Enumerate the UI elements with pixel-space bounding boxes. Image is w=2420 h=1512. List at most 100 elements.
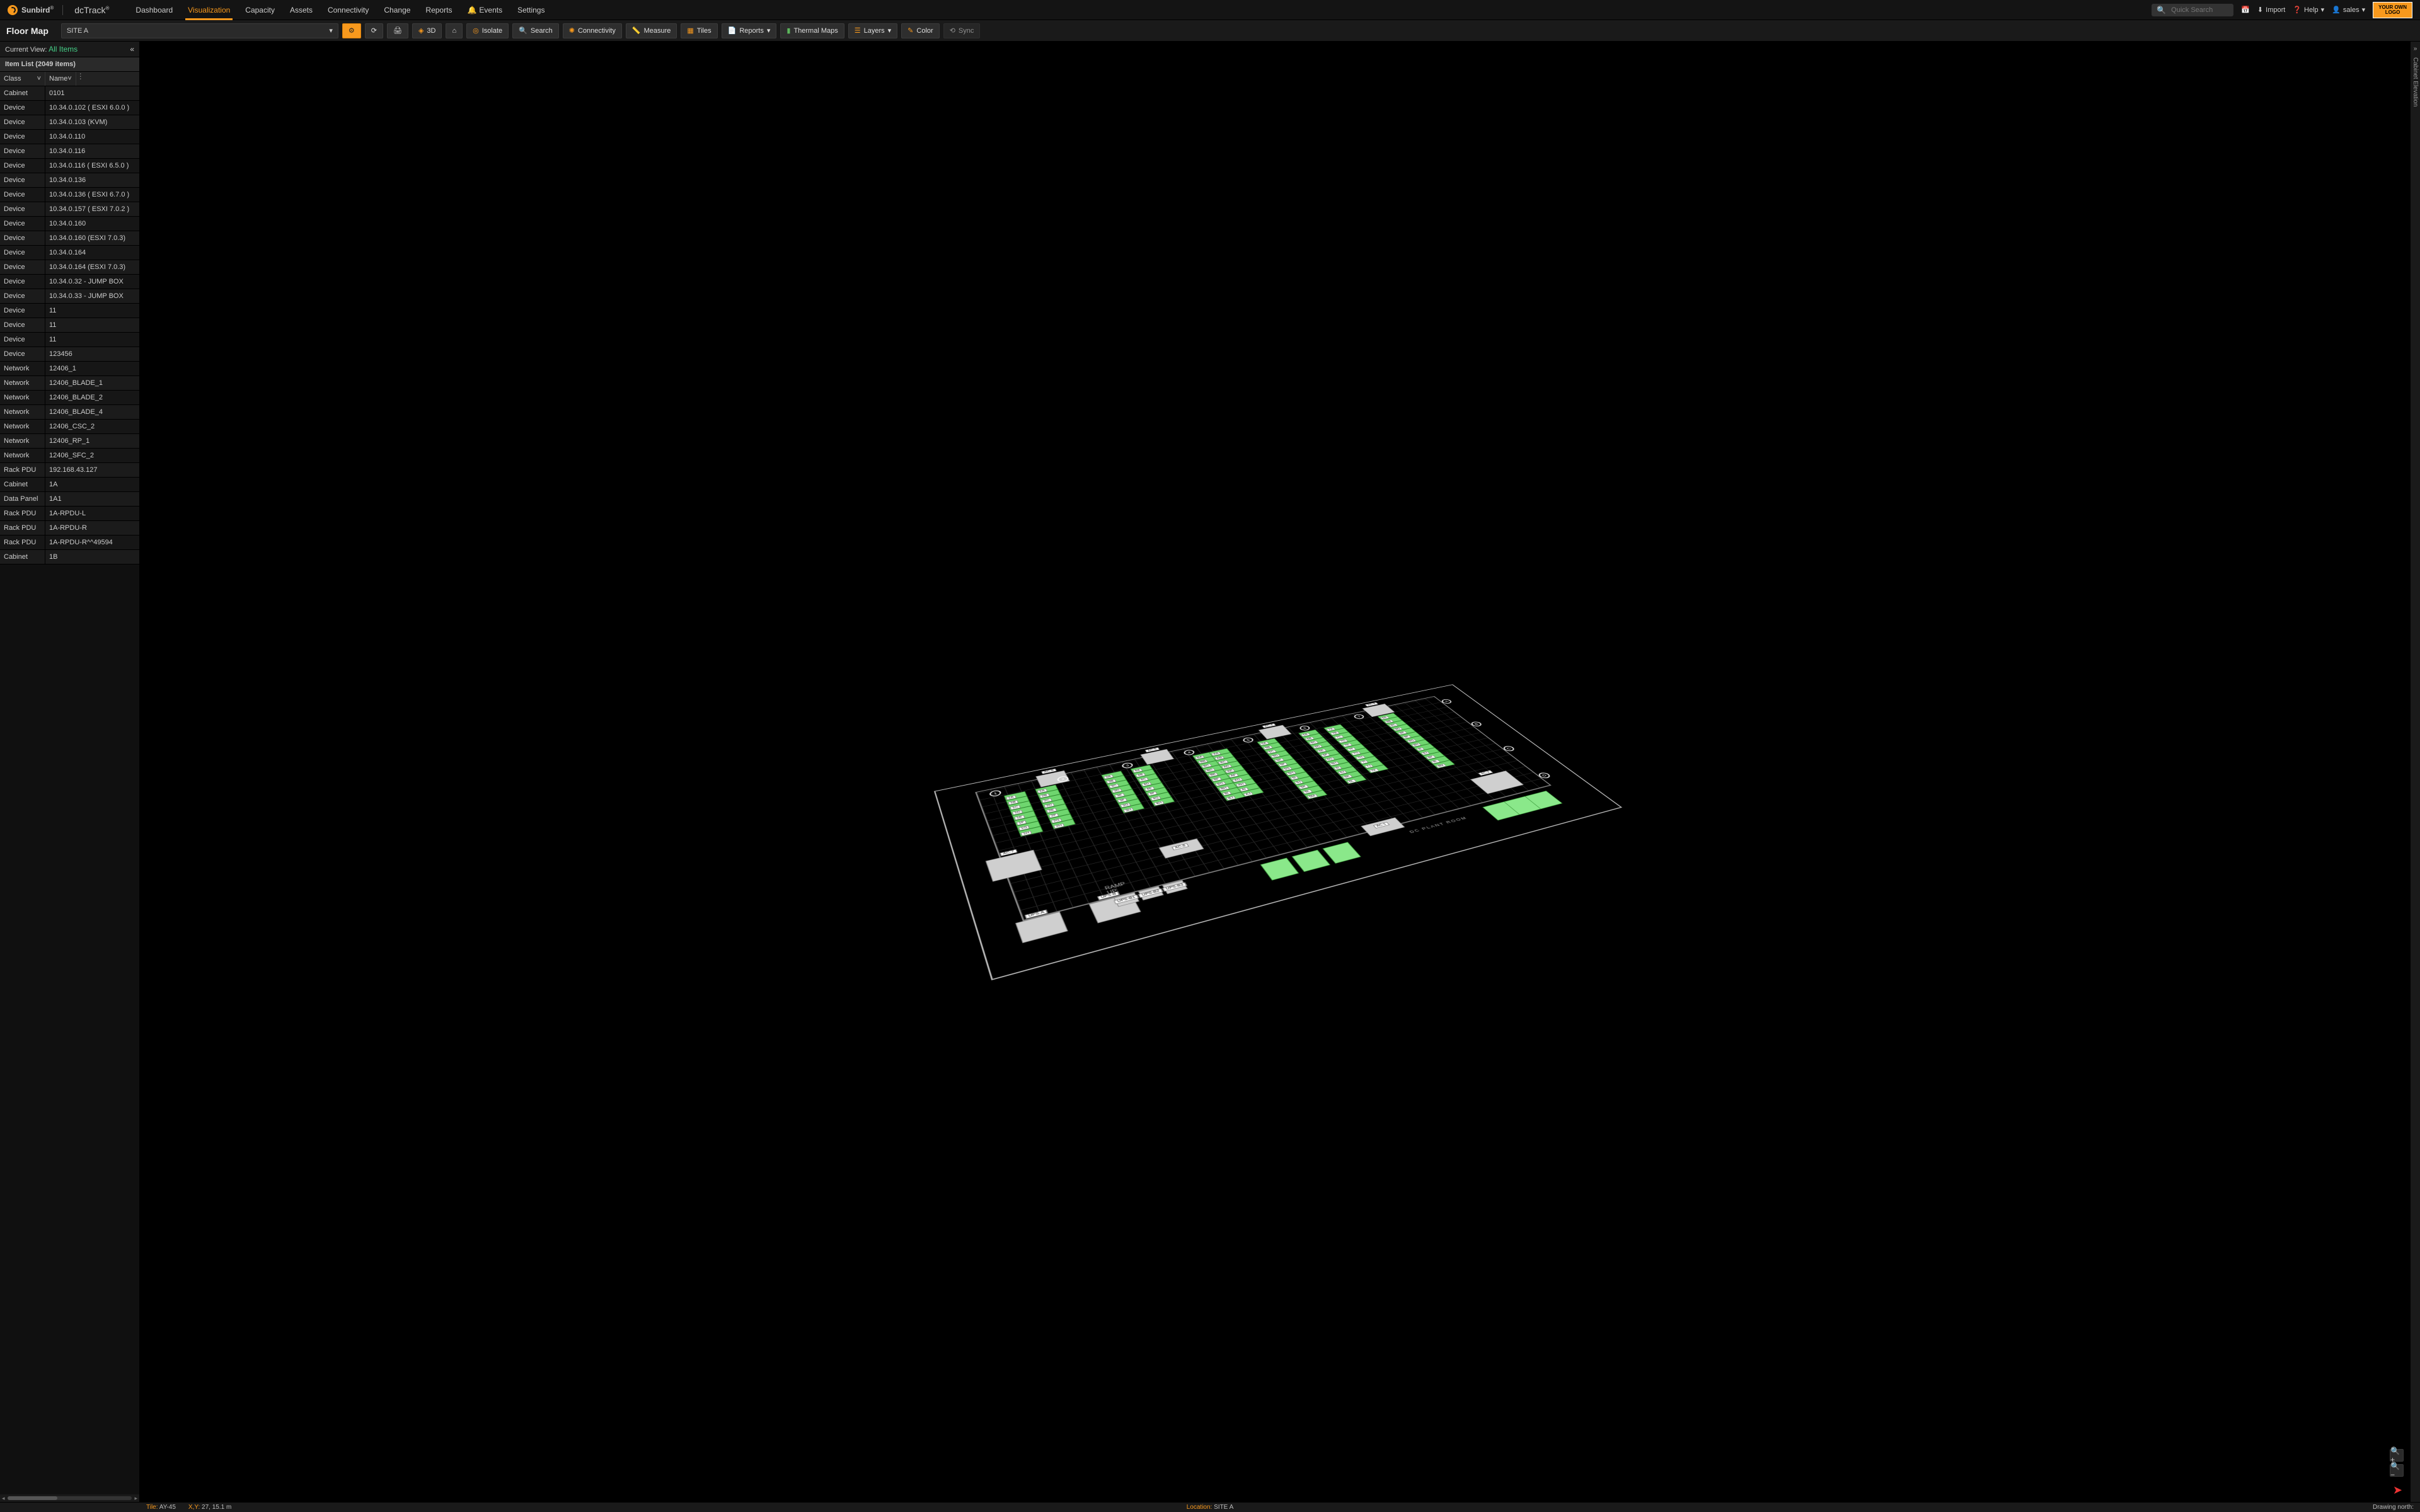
- table-row[interactable]: Device11: [0, 304, 139, 318]
- table-row[interactable]: Device10.34.0.102 ( ESXI 6.0.0 ): [0, 101, 139, 115]
- nav-connectivity[interactable]: Connectivity: [320, 1, 376, 20]
- isolate-button[interactable]: ◎Isolate: [466, 23, 509, 38]
- chevron-down-icon: ▾: [767, 26, 771, 35]
- table-row[interactable]: Device10.34.0.33 - JUMP BOX: [0, 289, 139, 304]
- import-button[interactable]: ⬇Import: [2257, 6, 2285, 14]
- table-row[interactable]: Device10.34.0.164 (ESXI 7.0.3): [0, 260, 139, 275]
- measure-button[interactable]: 📏Measure: [626, 23, 677, 38]
- table-row[interactable]: Cabinet0101: [0, 86, 139, 101]
- nav-change[interactable]: Change: [376, 1, 418, 20]
- cell-class: Device: [0, 231, 45, 245]
- item-rows[interactable]: Cabinet0101Device10.34.0.102 ( ESXI 6.0.…: [0, 86, 139, 1494]
- table-row[interactable]: Cabinet1A: [0, 478, 139, 492]
- table-row[interactable]: Rack PDU1A-RPDU-R: [0, 521, 139, 536]
- nav-dashboard[interactable]: Dashboard: [128, 1, 180, 20]
- cell-name: 1A-RPDU-R^^49594: [45, 536, 139, 549]
- print-button[interactable]: 🖨: [387, 23, 408, 38]
- table-row[interactable]: Device11: [0, 333, 139, 347]
- table-row[interactable]: Device10.34.0.157 ( ESXI 7.0.2 ): [0, 202, 139, 217]
- cell-class: Cabinet: [0, 86, 45, 100]
- sync-button[interactable]: ⟲Sync: [943, 23, 981, 38]
- home-button[interactable]: ⌂: [446, 23, 463, 38]
- zoom-in-button[interactable]: 🔍+: [2390, 1449, 2404, 1462]
- scroll-left-icon[interactable]: ◂: [2, 1495, 5, 1502]
- table-row[interactable]: Rack PDU1A-RPDU-L: [0, 507, 139, 521]
- custom-logo-button[interactable]: YOUR OWNLOGO: [2373, 2, 2412, 18]
- table-row[interactable]: Data Panel1A1: [0, 492, 139, 507]
- horizontal-scrollbar[interactable]: ◂ ▸: [0, 1494, 139, 1502]
- north-arrow-icon[interactable]: ➤: [2393, 1484, 2402, 1497]
- table-row[interactable]: Network12406_SFC_2: [0, 449, 139, 463]
- nav-reports[interactable]: Reports: [418, 1, 459, 20]
- table-row[interactable]: Device10.34.0.160: [0, 217, 139, 231]
- nav-events[interactable]: 🔔Events: [459, 1, 510, 20]
- cell-name: 10.34.0.32 - JUMP BOX: [45, 275, 139, 289]
- column-name[interactable]: Name˅: [45, 72, 76, 86]
- table-row[interactable]: Device10.34.0.32 - JUMP BOX: [0, 275, 139, 289]
- connectivity-button[interactable]: ✺Connectivity: [563, 23, 622, 38]
- table-row[interactable]: Device10.34.0.164: [0, 246, 139, 260]
- calendar-icon[interactable]: 📅: [2241, 6, 2250, 14]
- tiles-button[interactable]: ▦Tiles: [681, 23, 717, 38]
- table-row[interactable]: Network12406_BLADE_4: [0, 405, 139, 420]
- cell-class: Network: [0, 420, 45, 433]
- user-menu[interactable]: 👤sales ▾: [2332, 6, 2365, 14]
- nav-assets[interactable]: Assets: [282, 1, 320, 20]
- chevron-down-icon: ˅: [37, 75, 41, 83]
- table-row[interactable]: Device10.34.0.103 (KVM): [0, 115, 139, 130]
- cell-class: Device: [0, 217, 45, 231]
- cell-class: Network: [0, 434, 45, 448]
- quick-search[interactable]: 🔍: [2152, 4, 2233, 16]
- cell-name: 12406_SFC_2: [45, 449, 139, 462]
- site-selector[interactable]: SITE A▾: [61, 23, 338, 38]
- collapse-sidebar-icon[interactable]: «: [130, 45, 134, 54]
- cell-class: Device: [0, 275, 45, 289]
- brand: Sunbird® dcTrack®: [8, 5, 109, 15]
- cell-name: 1A1: [45, 492, 139, 506]
- table-row[interactable]: Cabinet1B: [0, 550, 139, 564]
- table-row[interactable]: Network12406_BLADE_2: [0, 391, 139, 405]
- column-menu-icon[interactable]: ⋮: [76, 72, 85, 86]
- help-menu[interactable]: ❓Help ▾: [2293, 6, 2324, 14]
- table-row[interactable]: Rack PDU192.168.43.127: [0, 463, 139, 478]
- scroll-thumb[interactable]: [8, 1496, 132, 1500]
- thermal-icon: ▮: [786, 26, 790, 35]
- expand-right-icon[interactable]: »: [2414, 45, 2417, 52]
- floor-map-3d[interactable]: AC-6AC-5AC-4AC-31A1B1C1D1E1F1G1H2A2B2C2D…: [140, 42, 2410, 1502]
- table-row[interactable]: Device123456: [0, 347, 139, 362]
- column-class[interactable]: Class˅: [0, 72, 45, 86]
- table-row[interactable]: Device10.34.0.136: [0, 173, 139, 188]
- table-row[interactable]: Device10.34.0.136 ( ESXI 6.7.0 ): [0, 188, 139, 202]
- cell-class: Device: [0, 159, 45, 173]
- search-button[interactable]: 🔍Search: [512, 23, 559, 38]
- brand-sunbird: Sunbird®: [21, 5, 54, 14]
- table-row[interactable]: Device11: [0, 318, 139, 333]
- table-row[interactable]: Network12406_CSC_2: [0, 420, 139, 434]
- reports-menu[interactable]: 📄Reports ▾: [722, 23, 777, 38]
- table-row[interactable]: Network12406_RP_1: [0, 434, 139, 449]
- zoom-out-button[interactable]: 🔍−: [2390, 1464, 2404, 1477]
- scroll-right-icon[interactable]: ▸: [134, 1495, 137, 1502]
- nav-settings[interactable]: Settings: [510, 1, 552, 20]
- refresh-button[interactable]: ⟳: [365, 23, 383, 38]
- table-row[interactable]: Device10.34.0.116 ( ESXI 6.5.0 ): [0, 159, 139, 173]
- table-row[interactable]: Network12406_BLADE_1: [0, 376, 139, 391]
- nav-visualization[interactable]: Visualization: [180, 1, 238, 20]
- table-row[interactable]: Device10.34.0.116: [0, 144, 139, 159]
- quick-search-input[interactable]: [2170, 6, 2228, 14]
- 3d-toggle[interactable]: ◈3D: [412, 23, 442, 38]
- thermal-button[interactable]: ▮Thermal Maps: [780, 23, 844, 38]
- color-button[interactable]: ✎Color: [901, 23, 940, 38]
- table-row[interactable]: Network12406_1: [0, 362, 139, 376]
- table-row[interactable]: Device10.34.0.110: [0, 130, 139, 144]
- current-view-link[interactable]: All Items: [49, 45, 78, 54]
- layers-menu[interactable]: ☰Layers ▾: [848, 23, 897, 38]
- cell-class: Device: [0, 130, 45, 144]
- status-bar: Tile: AY-45 X,Y: 27, 15.1 m Location: SI…: [0, 1502, 2420, 1512]
- table-row[interactable]: Device10.34.0.160 (ESXI 7.0.3): [0, 231, 139, 246]
- table-row[interactable]: Rack PDU1A-RPDU-R^^49594: [0, 536, 139, 550]
- canvas-area[interactable]: AC-6AC-5AC-4AC-31A1B1C1D1E1F1G1H2A2B2C2D…: [140, 42, 2410, 1502]
- nav-capacity[interactable]: Capacity: [238, 1, 282, 20]
- report-icon: 📄: [728, 26, 737, 35]
- settings-button[interactable]: ⚙: [342, 23, 361, 38]
